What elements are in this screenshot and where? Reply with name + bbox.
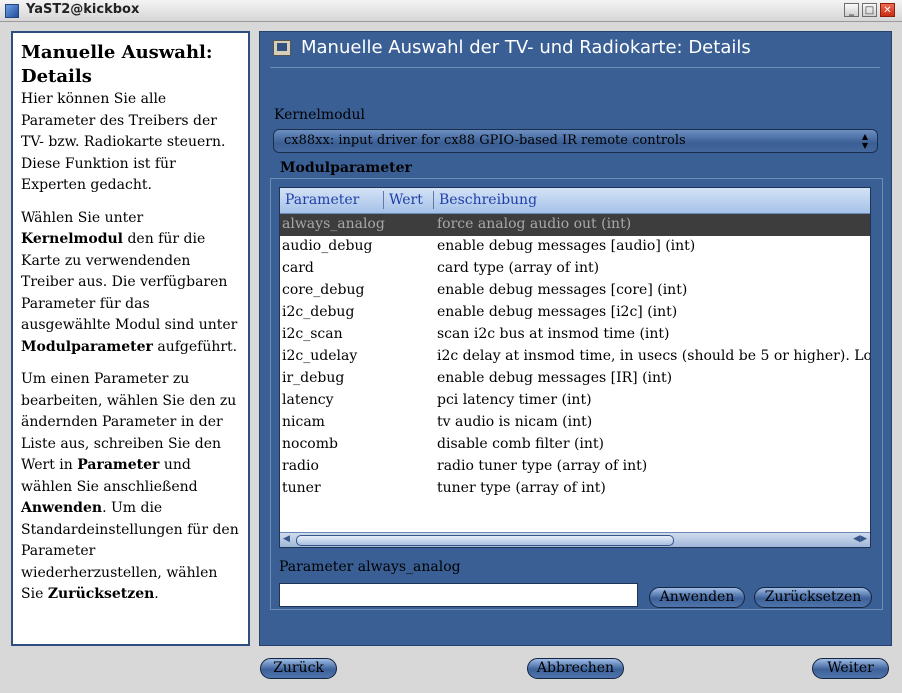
kernel-module-select[interactable]: cx88xx: input driver for cx88 GPIO-based…	[273, 129, 878, 153]
module-parameters-label: Modulparameter	[280, 160, 412, 176]
abort-button[interactable]: Abbrechen	[527, 658, 624, 679]
apply-button[interactable]: Anwenden	[649, 587, 745, 608]
table-row[interactable]: audio_debug enable debug messages [audio]…	[280, 236, 870, 258]
reset-button[interactable]: Zurücksetzen	[754, 587, 872, 608]
yast-app-icon	[5, 4, 19, 18]
table-row[interactable]: i2c_scan scan i2c bus at insmod time (int…	[280, 324, 870, 346]
back-button[interactable]: Zurück	[260, 658, 337, 679]
column-separator	[383, 191, 384, 209]
header-divider	[270, 67, 880, 68]
table-row[interactable]: nocomb disable comb filter (int)	[280, 434, 870, 456]
cell-parameter: core_debug	[282, 282, 365, 298]
select-arrows-icon: ▲ ▼	[861, 132, 869, 150]
cell-description: force analog audio out (int)	[437, 216, 632, 232]
column-header-wert[interactable]: Wert	[389, 192, 423, 208]
table-row[interactable]: card card type (array of int)	[280, 258, 870, 280]
horizontal-scrollbar[interactable]: ◀ ◀▶	[280, 532, 870, 547]
kernel-module-label: Kernelmodul	[274, 107, 365, 123]
cell-parameter: always_analog	[282, 216, 385, 232]
cell-parameter: nocomb	[282, 436, 338, 452]
cell-description: enable debug messages [i2c] (int)	[437, 304, 678, 320]
window-title: YaST2@kickbox	[26, 2, 140, 17]
parameter-label: Parameter always_analog	[279, 559, 461, 575]
cell-parameter: card	[282, 260, 314, 276]
cell-description: tuner type (array of int)	[437, 480, 606, 496]
cell-parameter: latency	[282, 392, 334, 408]
main-panel: Manuelle Auswahl der TV- und Radiokarte:…	[259, 31, 892, 646]
scrollbar-thumb[interactable]	[296, 535, 674, 546]
table-row[interactable]: nicam tv audio is nicam (int)	[280, 412, 870, 434]
cell-parameter: radio	[282, 458, 319, 474]
cell-description: scan i2c bus at insmod time (int)	[437, 326, 670, 342]
kernel-module-value: cx88xx: input driver for cx88 GPIO-based…	[284, 133, 686, 148]
table-row[interactable]: ir_debug enable debug messages [IR] (int)	[280, 368, 870, 390]
help-heading: Manuelle Auswahl: Details	[21, 42, 213, 87]
cell-description: card type (array of int)	[437, 260, 600, 276]
table-row[interactable]: core_debug enable debug messages [core] (…	[280, 280, 870, 302]
parameter-value-input[interactable]	[279, 583, 638, 607]
cell-description: enable debug messages [core] (int)	[437, 282, 688, 298]
table-row[interactable]: radio radio tuner type (array of int)	[280, 456, 870, 478]
cell-parameter: audio_debug	[282, 238, 373, 254]
cell-description: tv audio is nicam (int)	[437, 414, 593, 430]
help-panel[interactable]: Manuelle Auswahl: Details Hier können Si…	[11, 31, 250, 646]
page-title: Manuelle Auswahl der TV- und Radiokarte:…	[301, 37, 751, 58]
cell-parameter: i2c_udelay	[282, 348, 358, 364]
table-row[interactable]: always_analog force analog audio out (int…	[280, 214, 870, 236]
help-paragraph-1: Hier können Sie alle Parameter des Treib…	[21, 91, 226, 193]
help-paragraph-3: Um einen Parameter zu bearbeiten, wählen…	[21, 371, 239, 602]
help-paragraph-2: Wählen Sie unter Kernelmodul den für die…	[21, 209, 238, 355]
cell-parameter: i2c_scan	[282, 326, 343, 342]
cell-parameter: nicam	[282, 414, 325, 430]
scroll-right-icon[interactable]: ◀▶	[853, 534, 867, 544]
cell-parameter: i2c_debug	[282, 304, 355, 320]
cell-parameter: tuner	[282, 480, 321, 496]
close-button[interactable]: ✕	[880, 3, 895, 17]
table-row[interactable]: tuner tuner type (array of int)	[280, 478, 870, 500]
column-separator	[433, 191, 434, 209]
column-header-parameter[interactable]: Parameter	[285, 192, 359, 208]
tv-card-icon	[273, 40, 291, 56]
scroll-left-icon[interactable]: ◀	[283, 534, 290, 544]
next-button[interactable]: Weiter	[812, 658, 889, 679]
cell-description: i2c delay at insmod time, in usecs (shou…	[437, 348, 871, 364]
parameter-table[interactable]: Parameter Wert Beschreibung always_analo…	[279, 187, 871, 548]
table-row[interactable]: i2c_udelay i2c delay at insmod time, in u…	[280, 346, 870, 368]
table-header: Parameter Wert Beschreibung	[280, 188, 870, 214]
maximize-button[interactable]: □	[862, 3, 877, 17]
cell-description: enable debug messages [audio] (int)	[437, 238, 696, 254]
table-row[interactable]: i2c_debug enable debug messages [i2c] (in…	[280, 302, 870, 324]
cell-description: pci latency timer (int)	[437, 392, 592, 408]
cell-description: disable comb filter (int)	[437, 436, 605, 452]
column-header-beschreibung[interactable]: Beschreibung	[439, 192, 537, 208]
cell-description: enable debug messages [IR] (int)	[437, 370, 673, 386]
title-bar: YaST2@kickbox _ □ ✕	[0, 0, 902, 22]
minimize-button[interactable]: _	[844, 3, 859, 17]
cell-description: radio tuner type (array of int)	[437, 458, 648, 474]
cell-parameter: ir_debug	[282, 370, 345, 386]
table-row[interactable]: latency pci latency timer (int)	[280, 390, 870, 412]
